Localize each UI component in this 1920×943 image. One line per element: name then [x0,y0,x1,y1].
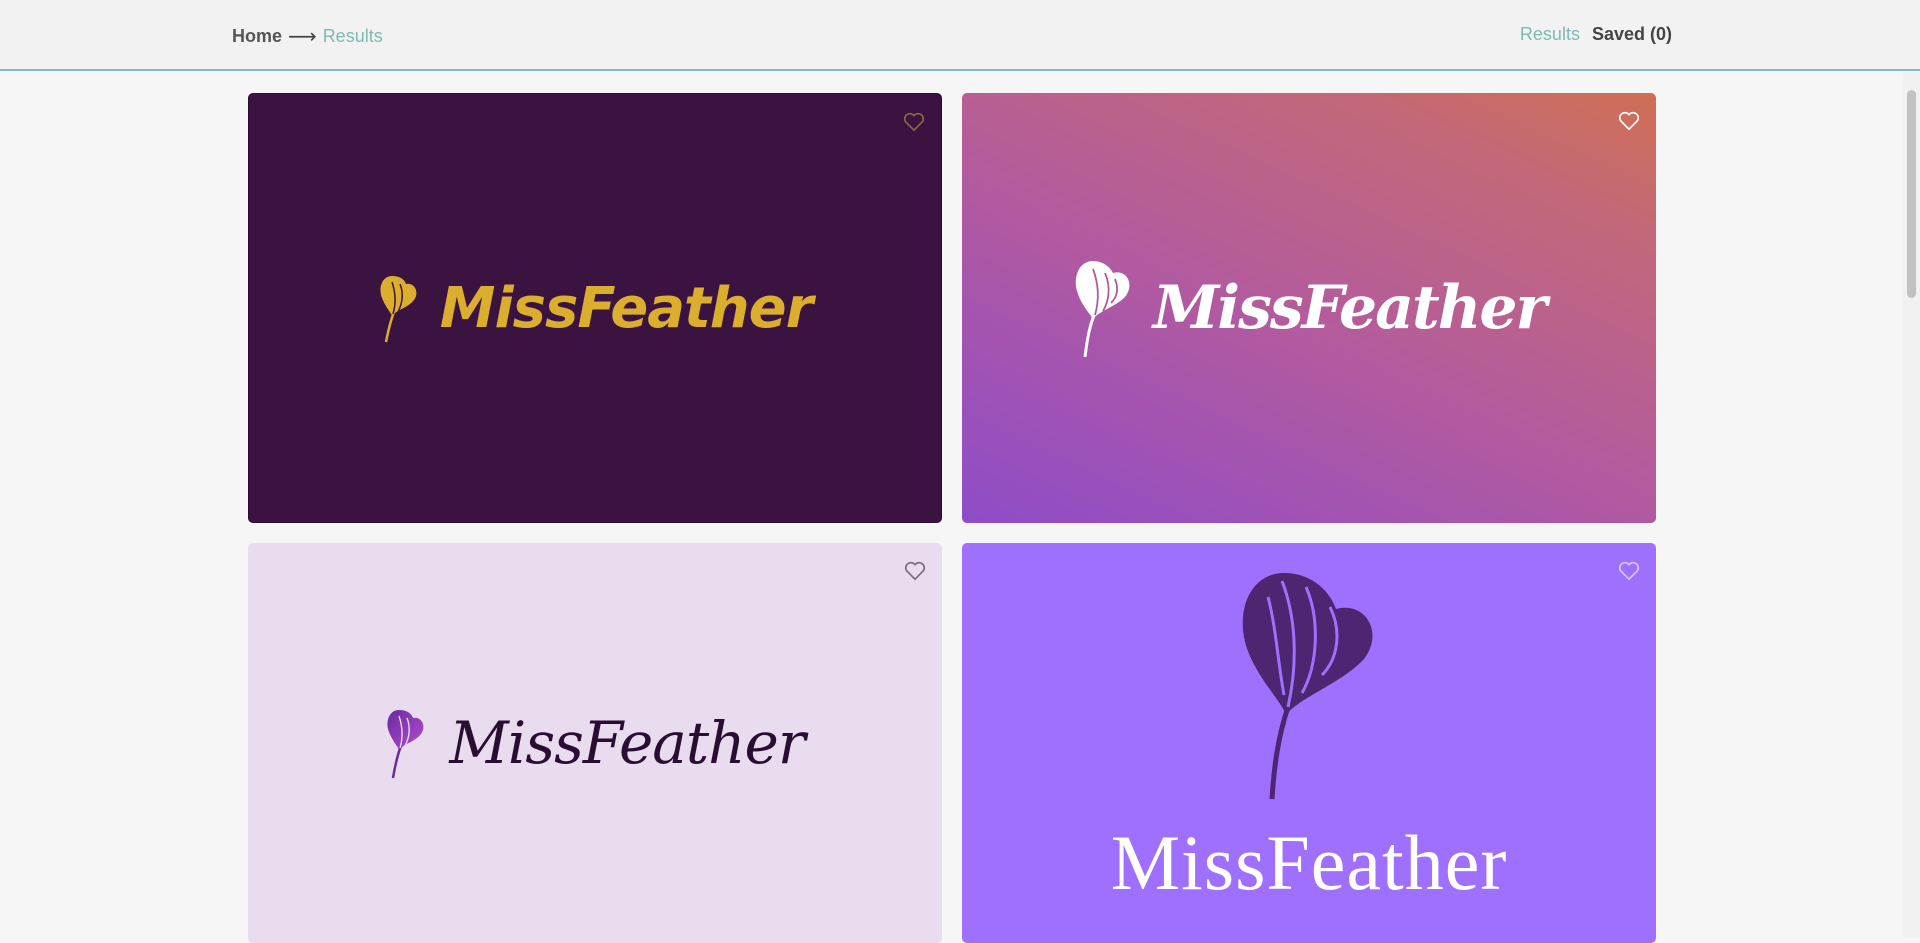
breadcrumb-results-link[interactable]: Results [323,26,383,47]
arrow-right-icon: ⟶ [288,26,317,48]
logo-wordmark: MissFeather [439,275,813,341]
page-scrollbar[interactable] [1903,72,1920,937]
logo-preview: MissFeather [1073,257,1547,359]
breadcrumb-home-link[interactable]: Home [232,26,282,47]
logo-wordmark: MissFeather [1110,819,1508,906]
logo-result-card[interactable]: MissFeather [248,93,942,523]
logo-preview: MissFeather [962,543,1656,943]
heart-icon[interactable] [904,561,926,581]
heart-icon[interactable] [1618,111,1640,131]
scrollbar-thumb[interactable] [1907,90,1916,298]
feather-heart-icon [380,276,417,343]
breadcrumb: Home ⟶ Results [232,24,383,49]
feather-heart-icon [1242,573,1373,800]
header-nav: Results Saved (0) [1520,24,1672,45]
logo-preview: MissFeather [378,272,813,344]
logo-preview: MissFeather [385,706,806,780]
nav-saved-link[interactable]: Saved (0) [1592,24,1672,45]
heart-icon[interactable] [903,112,925,132]
logo-wordmark: MissFeather [449,709,805,777]
nav-results-link[interactable]: Results [1520,24,1580,45]
feather-heart-icon [387,710,424,779]
feather-heart-icon [1075,261,1130,358]
logo-result-card[interactable]: MissFeather [962,543,1656,943]
logo-wordmark: MissFeather [1152,273,1547,343]
top-navigation-bar: Home ⟶ Results Results Saved (0) [0,0,1920,71]
logo-result-card[interactable]: MissFeather [248,543,942,943]
logo-result-card[interactable]: MissFeather [962,93,1656,523]
